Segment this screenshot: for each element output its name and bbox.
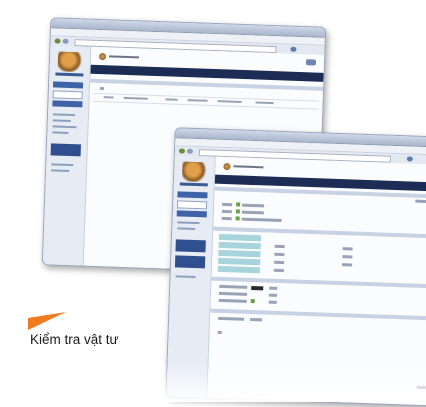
status-bar-text	[416, 385, 426, 390]
field-label	[221, 209, 232, 214]
header-action-button[interactable]	[305, 59, 317, 66]
table-cell	[273, 268, 284, 273]
go-icon[interactable]	[406, 156, 413, 162]
sidebar-active-item[interactable]	[52, 100, 83, 108]
app-logo-icon	[181, 161, 207, 183]
table-row-rule	[93, 100, 319, 110]
field-input[interactable]	[251, 285, 264, 291]
sidebar-search-box[interactable]	[176, 200, 208, 210]
sidebar-section-block[interactable]	[174, 255, 206, 269]
back-arrow-icon[interactable]	[178, 148, 186, 154]
sidebar-section-block[interactable]	[50, 143, 81, 157]
main-panel	[207, 156, 426, 406]
table-cell	[274, 252, 285, 257]
table-row-highlight[interactable]	[218, 241, 261, 250]
front-browser-window	[165, 127, 426, 407]
field-value	[242, 203, 265, 208]
table-cell	[274, 260, 285, 265]
settings-icon[interactable]	[217, 330, 222, 334]
field-label	[221, 216, 232, 221]
field-label	[218, 291, 248, 296]
sidebar-item[interactable]	[51, 169, 70, 173]
field-value	[241, 217, 282, 223]
go-icon[interactable]	[290, 46, 297, 52]
user-avatar-icon	[223, 162, 231, 171]
sidebar-menu-button[interactable]	[177, 191, 208, 199]
field-value	[268, 293, 278, 297]
accent-wedge-icon	[28, 312, 66, 330]
table-row-highlight[interactable]	[218, 233, 262, 242]
forward-arrow-icon[interactable]	[62, 38, 69, 44]
forward-arrow-icon[interactable]	[186, 148, 194, 154]
table-column-header	[123, 96, 148, 100]
check-icon[interactable]	[236, 202, 241, 207]
back-arrow-icon[interactable]	[54, 38, 61, 44]
sidebar-item[interactable]	[177, 221, 200, 225]
field-value	[241, 210, 264, 215]
table-cell	[274, 244, 285, 249]
filter-icon[interactable]	[99, 87, 105, 91]
table-row-highlight[interactable]	[218, 257, 261, 266]
page-header-title	[233, 165, 264, 169]
table-cell	[342, 247, 353, 251]
check-icon[interactable]	[250, 298, 255, 304]
check-icon[interactable]	[235, 209, 240, 214]
app-logo-label	[179, 182, 208, 187]
table-cell	[342, 255, 353, 259]
sidebar-item[interactable]	[51, 163, 74, 167]
field-label	[222, 202, 233, 207]
app-logo-label	[55, 72, 84, 77]
field-value	[250, 317, 263, 322]
sidebar-menu-button[interactable]	[52, 81, 84, 89]
caption-text: Kiểm tra vật tư	[30, 332, 119, 347]
sidebar-active-item[interactable]	[176, 210, 207, 218]
table-cell	[342, 263, 353, 267]
sidebar-item[interactable]	[52, 119, 71, 123]
toolbar-link[interactable]	[415, 199, 426, 204]
field-value	[268, 300, 277, 304]
field-label	[218, 298, 247, 303]
field-label	[218, 316, 245, 321]
table-column-header	[165, 98, 178, 101]
sidebar-search-box[interactable]	[52, 90, 83, 100]
sidebar-item[interactable]	[52, 113, 76, 117]
sidebar-item[interactable]	[175, 275, 196, 279]
table-column-header	[103, 96, 114, 99]
user-avatar-icon	[98, 52, 107, 61]
page-header-title	[109, 55, 140, 59]
sidebar-item[interactable]	[52, 125, 77, 129]
table-row-highlight[interactable]	[218, 249, 261, 258]
table-column-header	[255, 101, 274, 105]
table-row-highlight[interactable]	[217, 265, 260, 274]
sidebar-item[interactable]	[177, 227, 196, 231]
field-value	[269, 286, 278, 290]
field-label	[219, 284, 248, 289]
table-column-header	[187, 99, 208, 102]
check-icon[interactable]	[235, 216, 240, 221]
table-column-header	[217, 100, 242, 103]
sidebar-item[interactable]	[52, 131, 69, 134]
sidebar-section-block[interactable]	[175, 239, 206, 253]
app-logo-icon	[57, 51, 83, 73]
